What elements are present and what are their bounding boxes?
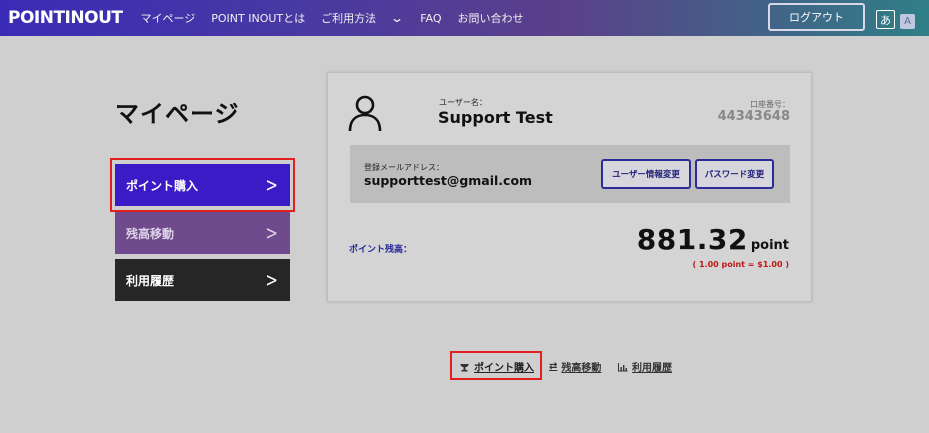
nav-how-to-use[interactable]: ご利用方法: [321, 10, 376, 26]
account-number-value: 44343648: [717, 109, 790, 124]
chevron-right-icon: >: [265, 268, 278, 292]
chevron-right-icon: >: [265, 221, 278, 245]
bar-chart-icon: [618, 362, 628, 371]
balance-label: ポイント残高：: [349, 245, 413, 255]
sidebar-item-balance-transfer[interactable]: 残高移動 >: [115, 212, 290, 254]
chevron-down-icon[interactable]: ⌄: [390, 11, 404, 25]
sidebar-item-usage-history[interactable]: 利用履歴 >: [115, 259, 290, 301]
username-label: ユーザー名：: [439, 98, 487, 107]
username-value: Support Test: [438, 108, 553, 127]
nav-mypage[interactable]: マイページ: [140, 10, 195, 26]
balance-display: 881.32 point: [637, 223, 789, 256]
language-ja-toggle[interactable]: あ: [876, 10, 895, 29]
nav-faq[interactable]: FAQ: [420, 12, 441, 25]
nav-contact[interactable]: お問い合わせ: [458, 10, 524, 26]
logout-button[interactable]: ログアウト: [768, 3, 865, 31]
sidebar-item-point-purchase[interactable]: ポイント購入 >: [115, 164, 290, 206]
language-en-toggle[interactable]: A: [900, 14, 915, 29]
link-label: 利用履歴: [632, 363, 672, 374]
email-panel: 登録メールアドレス： supporttest@gmail.com ユーザー情報変…: [350, 145, 790, 203]
site-logo[interactable]: POINTINOUT: [8, 9, 123, 27]
link-usage-history[interactable]: 利用履歴: [617, 359, 672, 374]
main-nav: マイページ POINT INOUTとは ご利用方法 ⌄ FAQ お問い合わせ: [140, 10, 539, 26]
link-label: ポイント購入: [474, 363, 534, 374]
link-balance-transfer[interactable]: ⇄ 残高移動: [549, 359, 601, 374]
balance-unit: point: [750, 238, 789, 253]
account-card: ユーザー名： Support Test 口座番号： 44343648 登録メール…: [327, 72, 812, 302]
piggy-bank-icon: [460, 363, 469, 371]
sidebar-item-label: 残高移動: [126, 226, 175, 241]
link-point-purchase[interactable]: ポイント購入: [459, 359, 534, 374]
link-label: 残高移動: [561, 363, 602, 374]
email-label: 登録メールアドレス：: [364, 163, 444, 172]
transfer-arrows-icon: ⇄: [549, 361, 558, 372]
page-title: マイページ: [115, 100, 240, 128]
exchange-rate: ( 1.00 point = $1.00 ): [692, 260, 789, 269]
user-icon: [348, 95, 382, 132]
sidebar-item-label: ポイント購入: [126, 178, 199, 193]
change-password-button[interactable]: パスワード変更: [695, 159, 774, 189]
email-value: supporttest@gmail.com: [364, 173, 533, 188]
chevron-right-icon: >: [265, 173, 278, 197]
sidebar-item-label: 利用履歴: [126, 273, 175, 288]
nav-about[interactable]: POINT INOUTとは: [211, 10, 305, 26]
balance-value: 881.32: [636, 223, 748, 256]
edit-user-info-button[interactable]: ユーザー情報変更: [601, 159, 691, 189]
top-header: POINTINOUT マイページ POINT INOUTとは ご利用方法 ⌄ F…: [0, 0, 929, 36]
